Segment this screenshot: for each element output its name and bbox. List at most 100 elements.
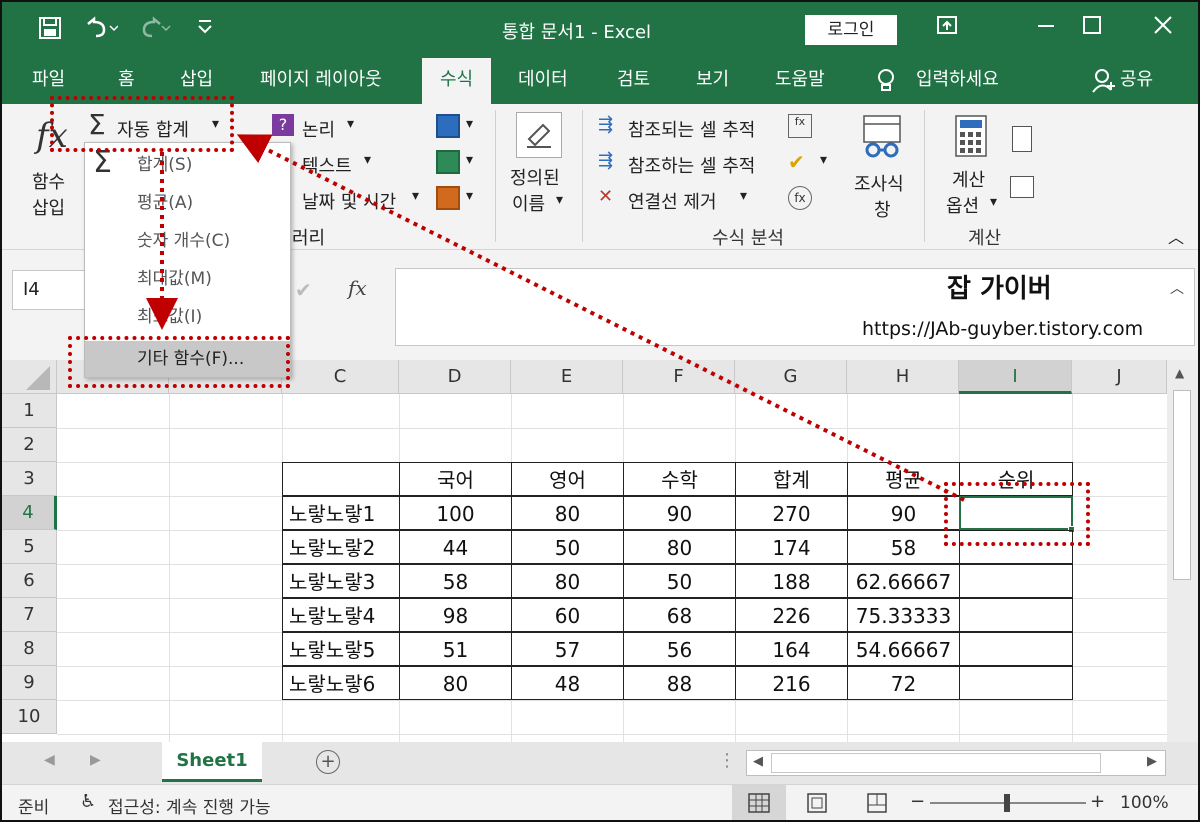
table-cell[interactable]: 174	[735, 530, 848, 564]
table-cell[interactable]: 57	[511, 632, 624, 666]
text-button[interactable]: 텍스트	[302, 152, 352, 178]
zoom-in-icon[interactable]: +	[1090, 791, 1105, 812]
row-header-6[interactable]: 6	[2, 564, 57, 598]
table-cell[interactable]	[959, 666, 1073, 700]
math-dropdown-icon[interactable]: ▾	[466, 152, 473, 168]
column-header-j[interactable]: J	[1072, 360, 1167, 394]
add-sheet-icon[interactable]: +	[316, 750, 340, 774]
lookup-icon[interactable]	[436, 114, 460, 138]
scroll-up-icon[interactable]: ▲	[1175, 366, 1184, 380]
customize-qat-icon[interactable]	[196, 16, 214, 42]
remove-arrows-dropdown-icon[interactable]: ▾	[740, 188, 747, 204]
row-header-4[interactable]: 4	[2, 496, 57, 530]
ribbon-display-icon[interactable]	[936, 14, 958, 42]
table-cell[interactable]: 노랗노랗4	[282, 598, 400, 632]
table-cell[interactable]: 50	[623, 564, 736, 598]
menu-item-average[interactable]: 평균(A)	[85, 185, 290, 221]
horizontal-scroll-thumb[interactable]	[771, 753, 1101, 773]
login-button[interactable]: 로그인	[805, 15, 897, 45]
menu-item-sum[interactable]: 합계(S)	[85, 147, 290, 183]
insert-function-fx-icon[interactable]: fx	[348, 276, 367, 300]
table-cell[interactable]: 216	[735, 666, 848, 700]
table-cell[interactable]: 80	[623, 530, 736, 564]
table-cell[interactable]: 56	[623, 632, 736, 666]
table-cell[interactable]: 270	[735, 496, 848, 530]
calc-options-label-1[interactable]: 계산	[952, 166, 985, 192]
zoom-out-icon[interactable]: −	[910, 791, 925, 812]
trace-precedents-icon[interactable]: ⇶	[598, 114, 613, 135]
calculator-icon[interactable]	[954, 114, 988, 158]
more-dropdown-icon[interactable]: ▾	[466, 188, 473, 204]
vertical-scrollbar[interactable]: ▲	[1167, 360, 1198, 742]
prev-sheet-icon[interactable]: ◀	[44, 752, 55, 768]
remove-arrows-button[interactable]: 연결선 제거	[628, 188, 717, 214]
lightbulb-icon[interactable]	[876, 68, 896, 94]
table-header-cell[interactable]: 수학	[623, 462, 736, 496]
row-header-9[interactable]: 9	[2, 666, 57, 700]
watch-window-label-1[interactable]: 조사식	[854, 170, 904, 196]
tab-page-layout[interactable]: 페이지 레이아웃	[260, 58, 382, 104]
column-header-e[interactable]: E	[511, 360, 623, 394]
tab-split-icon[interactable]: ⋮	[718, 750, 736, 771]
collapse-ribbon-icon[interactable]: ︿	[1168, 224, 1184, 248]
zoom-level[interactable]: 100%	[1120, 793, 1169, 813]
remove-arrows-icon[interactable]: ✕	[598, 186, 613, 207]
column-header-d[interactable]: D	[399, 360, 511, 394]
page-break-view-icon[interactable]	[866, 793, 888, 818]
table-cell[interactable]: 88	[623, 666, 736, 700]
table-cell[interactable]: 노랗노랗6	[282, 666, 400, 700]
column-header-c[interactable]: C	[282, 360, 399, 394]
table-cell[interactable]: 90	[623, 496, 736, 530]
calc-options-label-2[interactable]: 옵션	[946, 192, 979, 218]
error-checking-icon[interactable]: ✔	[788, 150, 805, 174]
expand-formula-bar-icon[interactable]: ︿	[1170, 278, 1184, 298]
table-cell[interactable]: 80	[511, 496, 624, 530]
accessibility-icon[interactable]: ♿	[80, 791, 96, 812]
row-header-1[interactable]: 1	[2, 394, 57, 428]
defined-names-dropdown-icon[interactable]: ▾	[556, 192, 563, 208]
share-button[interactable]: 공유	[1120, 58, 1153, 104]
close-icon[interactable]	[1152, 14, 1174, 42]
column-header-i[interactable]: I	[959, 360, 1072, 394]
table-cell[interactable]: 50	[511, 530, 624, 564]
datetime-button[interactable]: 날짜 및 시간	[302, 188, 396, 214]
table-cell[interactable]: 54.66667	[847, 632, 960, 666]
table-cell[interactable]: 58	[399, 564, 512, 598]
text-dropdown-icon[interactable]: ▾	[364, 152, 371, 168]
row-header-3[interactable]: 3	[2, 462, 57, 496]
normal-view-button[interactable]	[732, 785, 786, 820]
table-cell[interactable]: 노랗노랗2	[282, 530, 400, 564]
insert-function-label-1[interactable]: 함수	[32, 168, 65, 194]
column-header-f[interactable]: F	[623, 360, 735, 394]
logical-icon[interactable]: ?	[272, 114, 294, 136]
share-icon[interactable]	[1092, 68, 1116, 94]
scroll-right-icon[interactable]: ▶	[1147, 754, 1157, 769]
logical-dropdown-icon[interactable]: ▾	[347, 116, 354, 132]
error-checking-dropdown-icon[interactable]: ▾	[820, 152, 827, 168]
table-cell[interactable]: 51	[399, 632, 512, 666]
table-cell[interactable]: 188	[735, 564, 848, 598]
page-layout-view-icon[interactable]	[806, 793, 828, 818]
defined-names-label-1[interactable]: 정의된	[510, 164, 560, 190]
table-cell[interactable]: 68	[623, 598, 736, 632]
horizontal-scrollbar[interactable]: ◀ ▶	[746, 750, 1166, 776]
table-cell[interactable]: 노랗노랗1	[282, 496, 400, 530]
column-header-g[interactable]: G	[735, 360, 847, 394]
trace-dependents-icon[interactable]: ⇶	[598, 150, 613, 171]
row-header-7[interactable]: 7	[2, 598, 57, 632]
trace-precedents-button[interactable]: 참조되는 셀 추적	[628, 116, 755, 142]
table-cell[interactable]: 노랗노랗5	[282, 632, 400, 666]
vertical-scroll-thumb[interactable]	[1173, 390, 1191, 580]
defined-names-icon[interactable]	[516, 112, 562, 158]
menu-item-min[interactable]: 최소값(I)	[85, 299, 290, 335]
maximize-icon[interactable]	[1082, 14, 1102, 42]
table-cell[interactable]	[959, 564, 1073, 598]
table-header-cell[interactable]: 합계	[735, 462, 848, 496]
calculate-sheet-icon[interactable]	[1010, 176, 1034, 198]
table-cell[interactable]	[959, 598, 1073, 632]
datetime-dropdown-icon[interactable]: ▾	[412, 188, 419, 204]
table-cell[interactable]: 48	[511, 666, 624, 700]
table-cell[interactable]: 72	[847, 666, 960, 700]
insert-function-label-2[interactable]: 삽입	[32, 194, 65, 220]
watch-window-icon[interactable]	[860, 114, 904, 160]
